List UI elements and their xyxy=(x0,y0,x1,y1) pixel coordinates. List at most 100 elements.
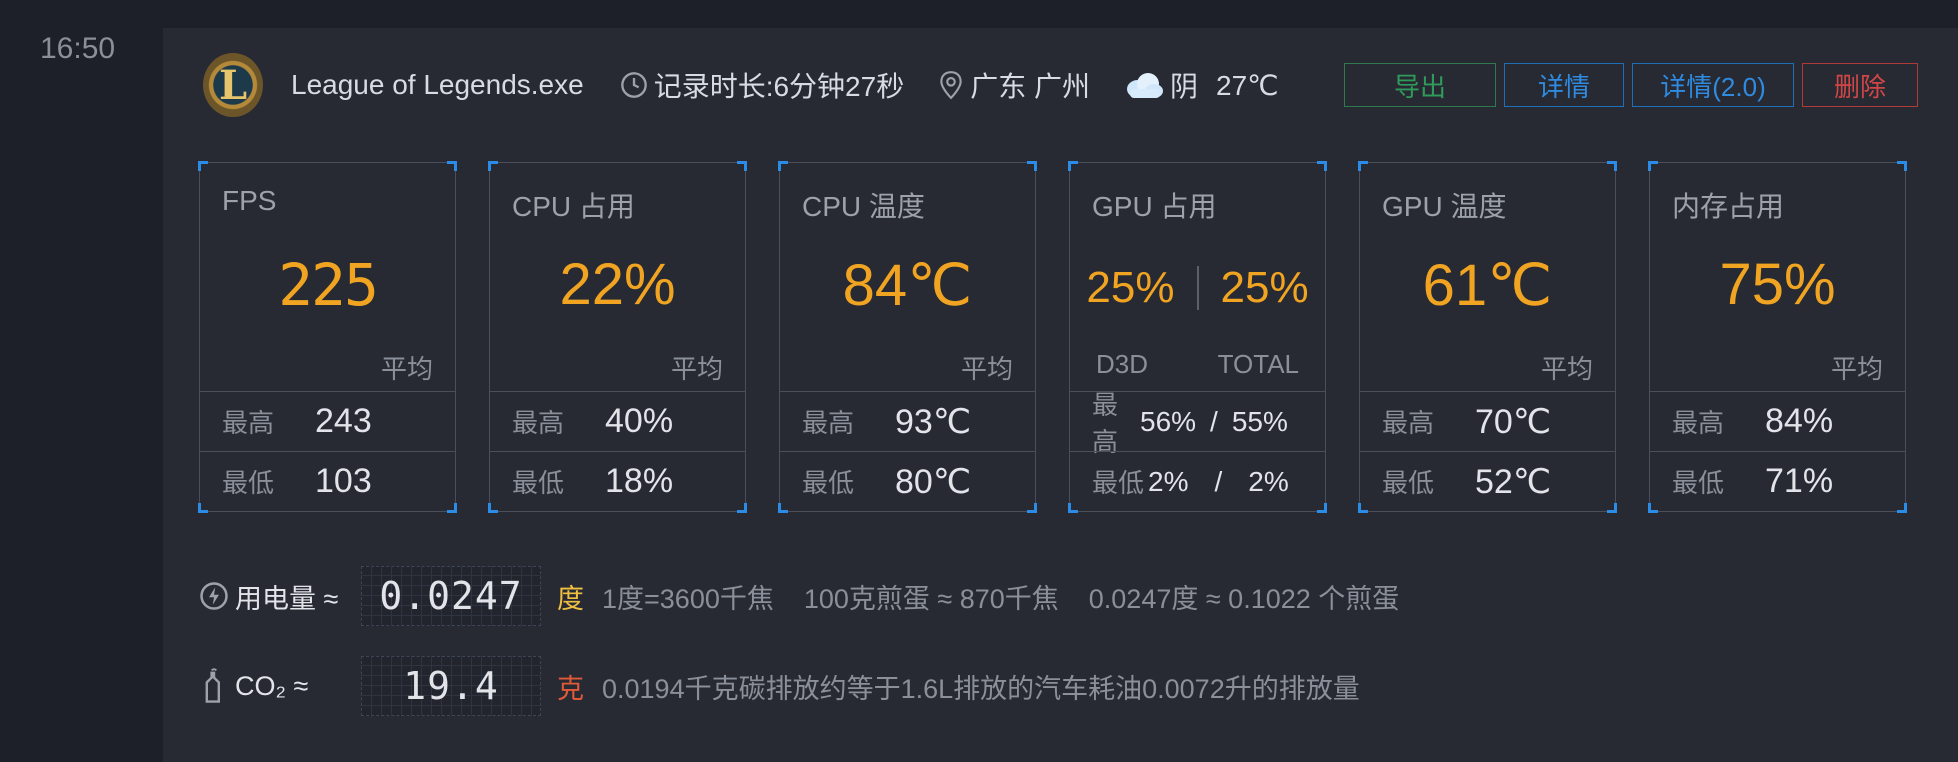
panel-corner-accent xyxy=(1607,161,1617,171)
min-row: 最低 2% / 2% xyxy=(1070,451,1325,511)
location-pin-icon xyxy=(940,71,962,100)
cpu-usage-panel: CPU 占用 22% 平均 最高 40% 最低 18% xyxy=(488,161,747,513)
chimney-icon xyxy=(197,668,231,704)
max-label: 最高 xyxy=(1092,389,1119,457)
co2-label: CO₂ ≈ xyxy=(235,670,309,701)
avg-label: 平均 xyxy=(380,354,433,384)
max-label: 最高 xyxy=(1672,408,1725,438)
panel-title: CPU 温度 xyxy=(802,191,925,222)
min-row: 最低 18% xyxy=(490,451,745,511)
max-label: 最高 xyxy=(222,408,275,438)
memory-panel: 内存占用 75% 平均 最高 84% 最低 71% xyxy=(1648,161,1907,513)
gpu-temp-max-value: 70℃ xyxy=(1475,402,1552,441)
panel-corner-accent xyxy=(737,161,747,171)
delete-button[interactable]: 删除 xyxy=(1802,63,1918,107)
slash-separator: / xyxy=(1214,465,1223,497)
max-row: 最高 56% / 55% xyxy=(1070,390,1325,457)
min-label: 最低 xyxy=(512,468,565,498)
fps-min-value: 103 xyxy=(315,462,372,500)
gpu-temp-panel: GPU 温度 61℃ 平均 最高 70℃ 最低 52℃ xyxy=(1358,161,1617,513)
value-separator xyxy=(1196,266,1199,310)
clock-icon xyxy=(620,72,647,98)
min-row: 最低 71% xyxy=(1650,451,1905,511)
min-label: 最低 xyxy=(1672,468,1725,498)
min-label: 最低 xyxy=(802,468,855,498)
min-label: 最低 xyxy=(1382,468,1435,498)
min-row: 最低 80℃ xyxy=(780,451,1035,511)
panel-corner-accent xyxy=(447,161,457,171)
record-card: L League of Legends.exe 记录时长:6分钟27秒 广东 广… xyxy=(163,28,1958,762)
slash-separator: / xyxy=(1210,405,1218,437)
fps-avg-value: 225 xyxy=(278,251,379,319)
gpu-usage-avg-values: 25% 25% xyxy=(1070,263,1325,313)
panel-title: FPS xyxy=(222,185,277,216)
avg-label: 平均 xyxy=(1540,354,1593,384)
power-label: 用电量 ≈ xyxy=(235,583,339,614)
co2-description: 0.0194千克碳排放约等于1.6L排放的汽车耗油0.0072升的排放量 xyxy=(602,673,1360,704)
panel-corner-accent xyxy=(1358,161,1368,171)
max-row: 最高 243 xyxy=(200,391,455,451)
panel-title: CPU 占用 xyxy=(512,191,635,222)
panel-corner-accent xyxy=(1027,161,1037,171)
co2-row: CO₂ ≈ 19.4 克 0.0194千克碳排放约等于1.6L排放的汽车耗油0.… xyxy=(197,656,1360,716)
app-logo: L xyxy=(203,53,263,117)
cpu-temp-panel: CPU 温度 84℃ 平均 最高 93℃ 最低 80℃ xyxy=(778,161,1037,513)
max-row: 最高 93℃ xyxy=(780,391,1035,451)
temperature-text: 27℃ xyxy=(1216,69,1279,101)
detail-v2-button[interactable]: 详情(2.0) xyxy=(1632,63,1794,107)
detail-button[interactable]: 详情 xyxy=(1504,63,1624,107)
location-meta: 广东 广州 xyxy=(938,65,1090,105)
avg-label: 平均 xyxy=(670,354,723,384)
max-row: 最高 84% xyxy=(1650,391,1905,451)
co2-unit: 克 xyxy=(557,673,584,704)
min-label: 最低 xyxy=(222,468,275,498)
cpu-temp-avg-value: 84℃ xyxy=(842,253,973,318)
panel-corner-accent xyxy=(198,161,208,171)
total-label: TOTAL xyxy=(1217,349,1299,379)
co2-value-display: 19.4 xyxy=(361,656,541,716)
fps-panel: FPS 225 平均 最高 243 最低 103 xyxy=(198,161,457,513)
location-text: 广东 广州 xyxy=(970,71,1090,102)
memory-min-value: 71% xyxy=(1765,462,1834,500)
memory-avg-value: 75% xyxy=(1719,252,1836,317)
app-name: League of Legends.exe xyxy=(291,69,584,100)
power-description: 1度=3600千焦 100克煎蛋 ≈ 870千焦 0.0247度 ≈ 0.102… xyxy=(602,583,1400,614)
gpu-temp-avg-value: 61℃ xyxy=(1422,253,1553,318)
min-row: 最低 52℃ xyxy=(1360,451,1615,511)
gpu-temp-min-value: 52℃ xyxy=(1475,462,1552,501)
panel-corner-accent xyxy=(1317,161,1327,171)
max-label: 最高 xyxy=(802,408,855,438)
gpu-total-min-value: 2% xyxy=(1248,465,1289,497)
max-label: 最高 xyxy=(512,408,565,438)
action-buttons: 导出 详情 详情(2.0) 删除 xyxy=(1344,63,1918,107)
avg-label: 平均 xyxy=(1830,354,1883,384)
weather-text: 阴 xyxy=(1169,71,1198,102)
cpu-temp-min-value: 80℃ xyxy=(895,462,972,501)
max-label: 最高 xyxy=(1382,408,1435,438)
gpu-total-max-value: 55% xyxy=(1231,405,1288,437)
panel-title: GPU 温度 xyxy=(1382,191,1507,222)
export-button[interactable]: 导出 xyxy=(1344,63,1496,107)
gpu-d3d-avg-value: 25% xyxy=(1086,263,1175,312)
max-row: 最高 40% xyxy=(490,391,745,451)
d3d-label: D3D xyxy=(1096,349,1149,379)
avg-label: 平均 xyxy=(960,354,1013,384)
record-header: L League of Legends.exe 记录时长:6分钟27秒 广东 广… xyxy=(203,50,1918,120)
power-unit: 度 xyxy=(557,583,584,614)
lightning-icon xyxy=(197,581,231,611)
duration-text: 记录时长:6分钟27秒 xyxy=(653,71,905,102)
metric-panels: FPS 225 平均 最高 243 最低 103 CPU 占用 22% 平均 最… xyxy=(198,161,1907,513)
panel-corner-accent xyxy=(778,161,788,171)
cpu-usage-min-value: 18% xyxy=(605,462,674,500)
memory-max-value: 84% xyxy=(1765,402,1834,440)
record-time: 16:50 xyxy=(40,32,116,65)
panel-corner-accent xyxy=(488,161,498,171)
gpu-usage-panel: GPU 占用 25% 25% D3D TOTAL 最高 56% / 55% 最低… xyxy=(1068,161,1327,513)
min-label: 最低 xyxy=(1092,468,1145,498)
gpu-total-avg-value: 25% xyxy=(1220,263,1309,312)
cloudy-icon xyxy=(1126,73,1163,98)
gpu-d3d-max-value: 56% xyxy=(1140,405,1197,437)
fps-max-value: 243 xyxy=(315,402,372,440)
panel-corner-accent xyxy=(1897,161,1907,171)
panel-corner-accent xyxy=(1068,161,1078,171)
